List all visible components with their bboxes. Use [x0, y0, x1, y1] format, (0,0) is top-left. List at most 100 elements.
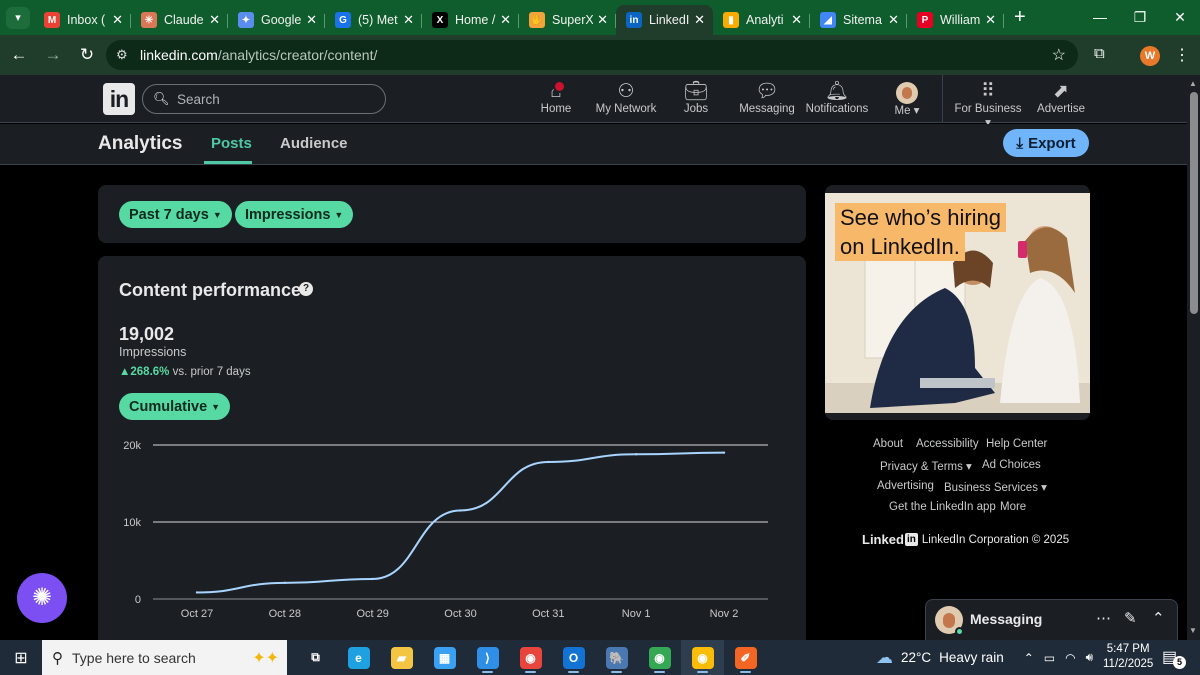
active-tab-indicator [204, 161, 252, 164]
footer-privacy-terms[interactable]: Privacy & Terms ▾ [880, 459, 972, 473]
volume-icon[interactable]: 🔊︎ [1086, 650, 1094, 665]
footer-ad-choices[interactable]: Ad Choices [982, 459, 1041, 471]
wifi-icon[interactable]: ◠ [1065, 651, 1075, 665]
browser-tab[interactable]: ◢ Sitema ✕ [810, 5, 907, 35]
postgres-taskbar-button[interactable]: 🐘 [595, 640, 638, 675]
system-tray: ☁ 22°C Heavy rain ⌃ ▭ ◠ 🔊︎ [876, 640, 1093, 675]
data-point[interactable] [634, 453, 638, 456]
data-point[interactable] [459, 509, 462, 512]
browser-tab[interactable]: ✋ SuperX ✕ [519, 5, 616, 35]
browser-tab[interactable]: ▮ Analyti ✕ [713, 5, 810, 35]
back-button[interactable]: ← [2, 45, 36, 65]
file-explorer-taskbar-button[interactable]: ▰ [380, 640, 423, 675]
data-point[interactable] [283, 581, 287, 585]
data-point[interactable] [195, 591, 199, 594]
nav-advertise[interactable]: ⬈ Advertise [1034, 79, 1088, 115]
footer-more[interactable]: More [1000, 501, 1026, 513]
search-input[interactable]: 🔍︎ Search [142, 84, 386, 114]
site-info-icon[interactable]: ⚙ [116, 47, 136, 63]
browser-tab[interactable]: ✦ Google ✕ [228, 5, 325, 35]
battery-icon[interactable]: ▭ [1044, 651, 1055, 665]
date-range-filter[interactable]: Past 7 days ▼ [119, 201, 232, 228]
page-scrollbar[interactable]: ▲ ▼ [1187, 75, 1200, 640]
browser-menu-icon[interactable]: ⋮ [1174, 45, 1190, 65]
store-taskbar-button[interactable]: ▦ [423, 640, 466, 675]
tab-audience[interactable]: Audience [280, 135, 348, 152]
messaging-overlay[interactable]: Messaging ⋯ ✎ ⌃ [925, 599, 1178, 640]
footer-business-services[interactable]: Business Services ▾ [944, 480, 1047, 494]
taskbar-search-input[interactable]: ⚲ Type here to search ✦✦ [42, 640, 287, 675]
scroll-up-arrow[interactable]: ▲ [1189, 79, 1197, 88]
footer-get-app[interactable]: Get the LinkedIn app [889, 501, 996, 513]
nav-messaging[interactable]: 💬︎ Messaging [738, 79, 796, 115]
bookmark-star-icon[interactable]: ☆ [1052, 45, 1066, 65]
reload-button[interactable]: ↻ [70, 45, 104, 65]
browser-tab[interactable]: G (5) Met ✕ [325, 5, 422, 35]
profile-avatar[interactable]: W [1140, 46, 1160, 66]
chrome-profile-taskbar-button[interactable]: ◉ [638, 640, 681, 675]
footer-advertising[interactable]: Advertising [877, 480, 934, 492]
nav-notifications[interactable]: 🔔︎ Notifications [804, 79, 870, 115]
close-tab-icon[interactable]: ✕ [791, 12, 802, 28]
nav-my-network[interactable]: ⚇ My Network [594, 79, 658, 115]
close-tab-icon[interactable]: ✕ [888, 12, 899, 28]
browser-tab[interactable]: M Inbox (✕ [34, 5, 131, 35]
address-bar[interactable]: ⚙ linkedin.com/analytics/creator/content… [106, 40, 1078, 70]
nav-home[interactable]: ⌂ Home [536, 79, 576, 115]
restore-button[interactable]: ❐ [1120, 0, 1160, 35]
app-orange-taskbar-button[interactable]: ✐ [724, 640, 767, 675]
help-icon[interactable]: ? [299, 282, 313, 296]
browser-tab[interactable]: ✳ Claude ✕ [131, 5, 228, 35]
new-tab-button[interactable]: + [1014, 6, 1026, 29]
extensions-icon[interactable]: ⧉ [1094, 45, 1105, 62]
browser-tab[interactable]: in LinkedI ✕ [616, 5, 713, 35]
browser-tab[interactable]: X Home / ✕ [422, 5, 519, 35]
close-window-button[interactable]: ✕ [1160, 0, 1200, 35]
chrome-active-taskbar-button[interactable]: ◉ [681, 640, 724, 675]
data-point[interactable] [547, 460, 550, 464]
nav-me[interactable]: Me ▾ [888, 79, 926, 117]
tab-search-button[interactable]: ▾ [6, 6, 30, 29]
close-tab-icon[interactable]: ✕ [403, 12, 414, 28]
scroll-thumb[interactable] [1190, 92, 1198, 314]
scroll-down-arrow[interactable]: ▼ [1189, 626, 1197, 635]
weather-icon[interactable]: ☁ [876, 648, 893, 668]
chevron-up-icon[interactable]: ⌃ [1024, 651, 1034, 665]
data-point[interactable] [371, 577, 374, 581]
clock[interactable]: 5:47 PM 11/2/2025 [1103, 642, 1153, 672]
export-button[interactable]: ⤓ Export [1003, 129, 1089, 157]
close-tab-icon[interactable]: ✕ [597, 12, 608, 28]
minimize-button[interactable]: — [1080, 0, 1120, 35]
footer-about[interactable]: About [873, 438, 903, 450]
forward-button[interactable]: → [36, 45, 70, 65]
close-tab-icon[interactable]: ✕ [112, 12, 123, 28]
close-tab-icon[interactable]: ✕ [500, 12, 511, 28]
footer-help-center[interactable]: Help Center [986, 438, 1047, 450]
metric-filter[interactable]: Impressions ▼ [235, 201, 354, 228]
close-tab-icon[interactable]: ✕ [306, 12, 317, 28]
close-tab-icon[interactable]: ✕ [694, 12, 705, 28]
close-tab-icon[interactable]: ✕ [985, 12, 996, 28]
task-view-taskbar-button[interactable]: ⧉ [294, 640, 337, 675]
more-options-icon[interactable]: ⋯ [1096, 609, 1111, 627]
close-tab-icon[interactable]: ✕ [209, 12, 220, 28]
tab-posts[interactable]: Posts [211, 135, 252, 152]
cumulative-toggle[interactable]: Cumulative ▼ [119, 393, 231, 420]
linkedin-icon: in [626, 12, 642, 28]
browser-tab[interactable]: P William ✕ [907, 5, 1004, 35]
nav-for-business[interactable]: ⠿ For Business ▾ [950, 79, 1026, 129]
nav-jobs[interactable]: 💼︎ Jobs [678, 79, 714, 115]
footer-accessibility[interactable]: Accessibility [916, 438, 979, 450]
vscode-taskbar-button[interactable]: ⟩ [466, 640, 509, 675]
outlook-taskbar-button[interactable]: O [552, 640, 595, 675]
notification-center-icon[interactable]: ▤ 5 [1162, 647, 1186, 669]
chrome-taskbar-button[interactable]: ◉ [509, 640, 552, 675]
chevron-up-icon[interactable]: ⌃ [1152, 609, 1165, 627]
linkedin-logo[interactable]: in [103, 83, 135, 115]
edge-taskbar-button[interactable]: e [337, 640, 380, 675]
assistant-fab[interactable]: ✺ [17, 573, 67, 623]
compose-icon[interactable]: ✎ [1124, 609, 1137, 627]
windows-start-icon[interactable]: ⊞ [0, 648, 42, 668]
data-point[interactable] [722, 451, 726, 454]
ad-banner[interactable]: See who’s hiring on LinkedIn. [825, 193, 1090, 413]
